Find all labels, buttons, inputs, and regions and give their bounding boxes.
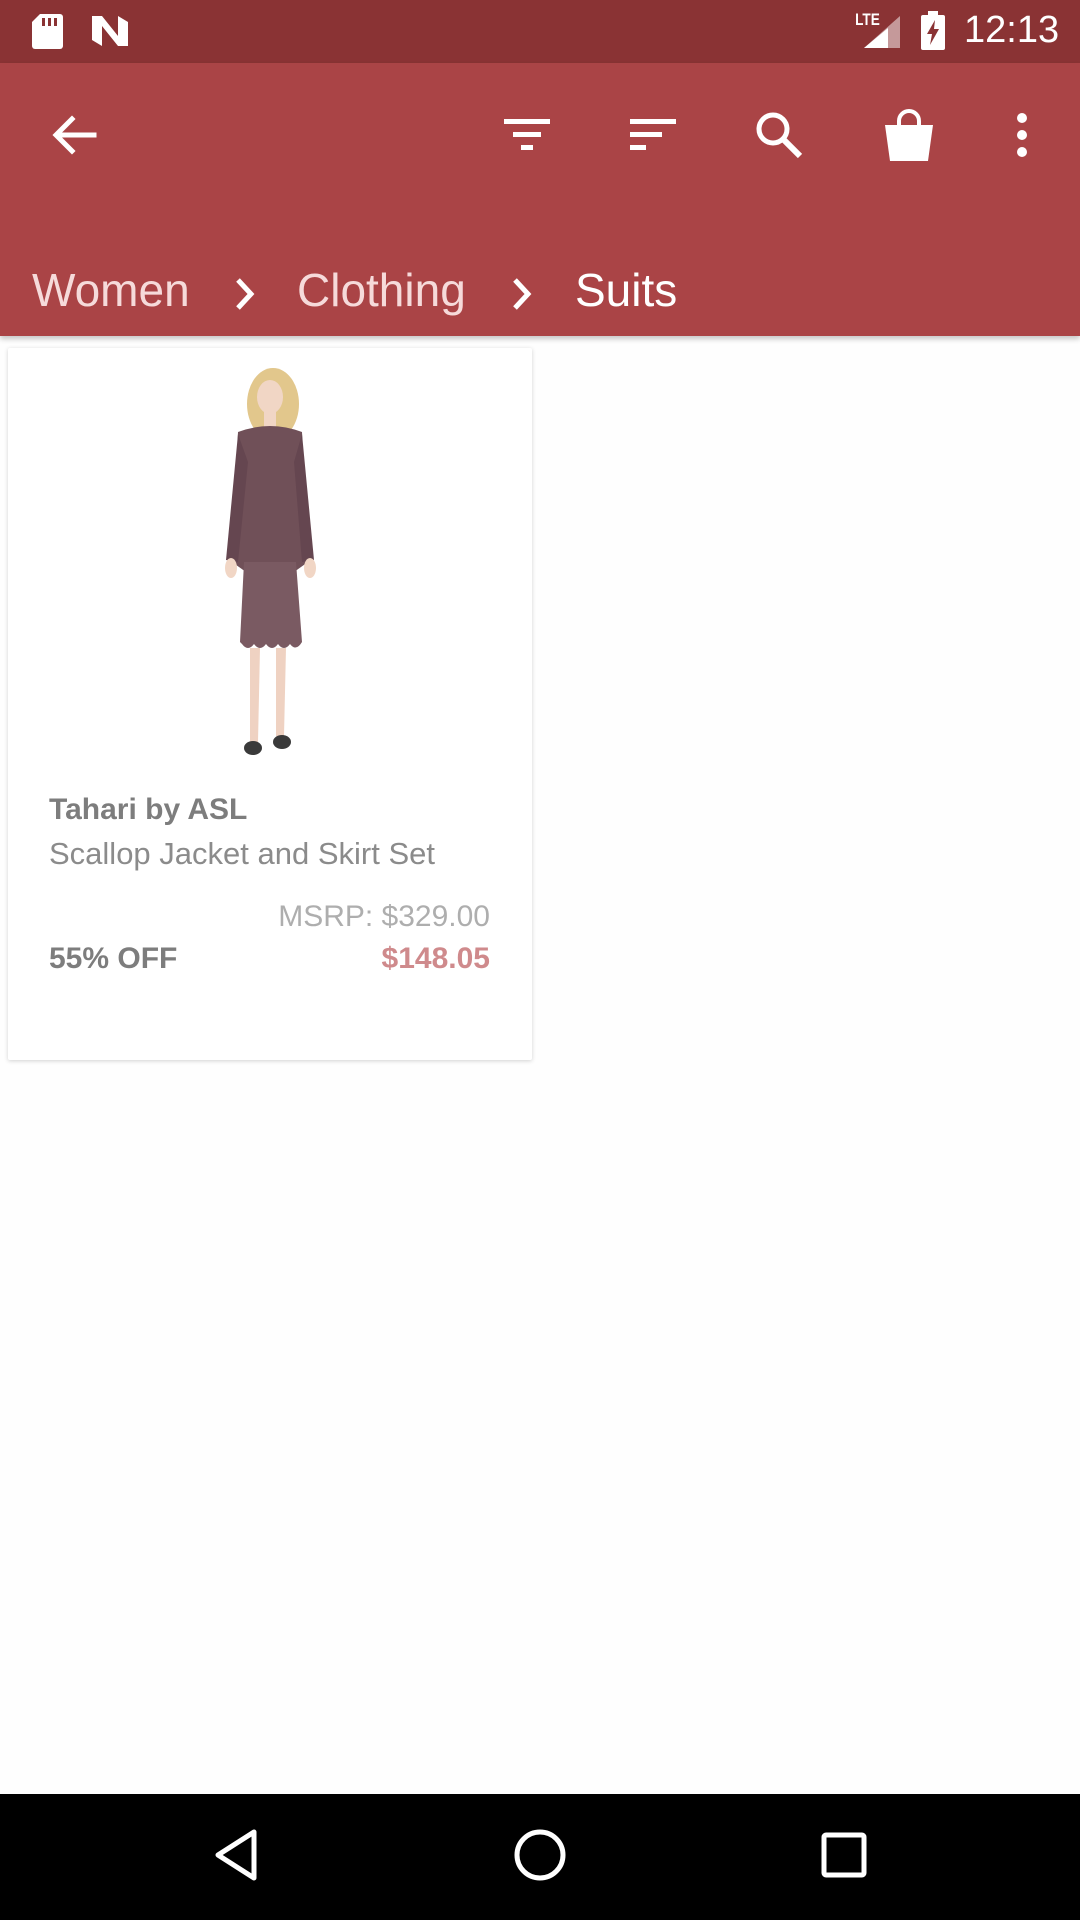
- product-card[interactable]: Tahari by ASL Scallop Jacket and Skirt S…: [8, 348, 532, 1060]
- more-options-button[interactable]: [982, 97, 1062, 177]
- back-arrow-icon: [50, 113, 98, 162]
- breadcrumb-suits: Suits: [575, 264, 678, 316]
- product-image: [198, 362, 348, 777]
- breadcrumb-women[interactable]: Women: [32, 263, 190, 317]
- status-bar: LTE 12:13: [0, 0, 1080, 63]
- back-button[interactable]: [34, 97, 114, 177]
- chevron-right-icon: [510, 269, 534, 323]
- lte-signal-icon: [862, 14, 902, 55]
- home-circle-icon: [513, 1828, 567, 1887]
- breadcrumb: Women Clothing Suits: [0, 241, 1080, 331]
- nav-recents-button[interactable]: [804, 1822, 884, 1892]
- sort-icon: [628, 115, 678, 160]
- product-discount: 55% OFF: [49, 942, 178, 975]
- battery-charging-icon: [920, 11, 946, 56]
- chevron-right-icon: [233, 269, 257, 323]
- product-msrp: MSRP: $329.00: [278, 900, 490, 933]
- breadcrumb-clothing[interactable]: Clothing: [297, 263, 466, 317]
- search-button[interactable]: [739, 97, 819, 177]
- status-time: 12:13: [964, 9, 1060, 51]
- product-price: $148.05: [381, 942, 490, 975]
- system-nav-bar: [0, 1794, 1080, 1920]
- filter-icon: [502, 115, 552, 160]
- more-vert-icon: [1015, 112, 1029, 163]
- cart-button[interactable]: [869, 97, 949, 177]
- shopping-bag-icon: [881, 107, 937, 168]
- product-title: Scallop Jacket and Skirt Set: [49, 836, 435, 871]
- filter-button[interactable]: [487, 97, 567, 177]
- recents-square-icon: [820, 1831, 868, 1884]
- n-app-icon: [90, 14, 130, 53]
- sort-button[interactable]: [613, 97, 693, 177]
- nav-back-button[interactable]: [196, 1822, 276, 1892]
- product-brand: Tahari by ASL: [49, 793, 248, 826]
- sd-card-icon: [30, 12, 64, 55]
- back-triangle-icon: [212, 1828, 260, 1887]
- nav-home-button[interactable]: [500, 1822, 580, 1892]
- search-icon: [754, 110, 804, 165]
- app-bar: Women Clothing Suits: [0, 63, 1080, 336]
